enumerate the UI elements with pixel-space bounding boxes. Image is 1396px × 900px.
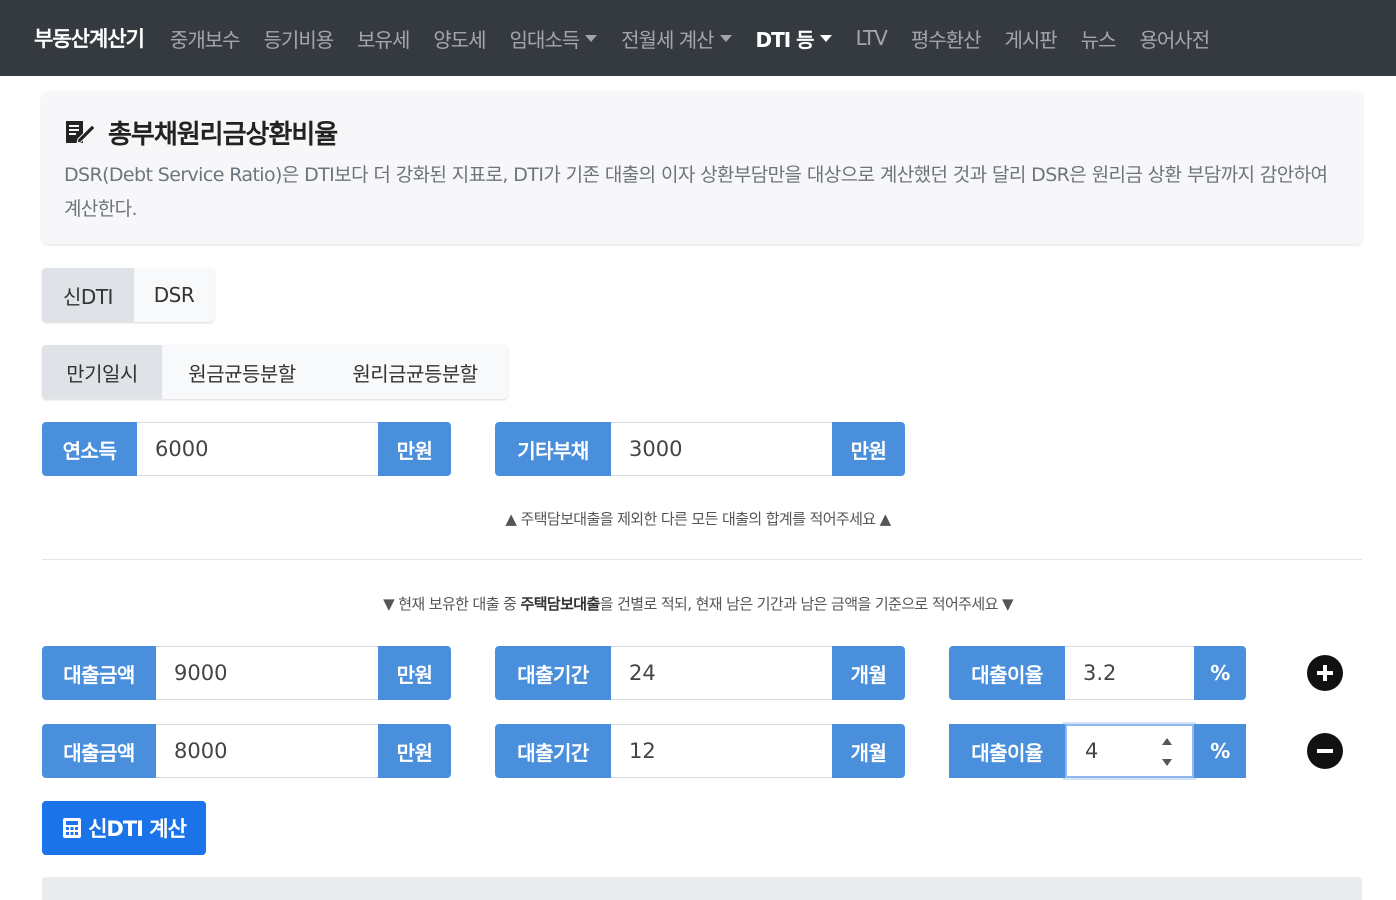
loan-term-unit: 개월	[832, 724, 905, 778]
nav-item-rent-calc[interactable]: 전월세 계산	[609, 24, 743, 53]
income-input-group: 연소득 6000 만원	[42, 422, 451, 476]
loan-amount-label: 대출금액	[42, 724, 156, 778]
nav-item-rental-income[interactable]: 임대소득	[498, 24, 610, 53]
caret-down-icon	[585, 34, 598, 42]
loan-rate-unit: %	[1194, 724, 1246, 778]
loan-term-group: 대출기간 24 개월	[495, 646, 905, 700]
spin-up-icon[interactable]	[1162, 738, 1172, 745]
income-label: 연소득	[42, 422, 137, 476]
repayment-tab-group: 만기일시 원금균등분할 원리금균등분할	[42, 345, 508, 399]
loan-rate-input[interactable]: 4	[1065, 724, 1194, 778]
nav-item-news[interactable]: 뉴스	[1069, 24, 1128, 53]
loan-rate-group: 대출이율 3.2 %	[949, 646, 1246, 700]
mode-tab-group: 신DTI DSR	[42, 268, 214, 322]
brand-link[interactable]: 부동산계산기	[34, 23, 145, 53]
loan-rate-label: 대출이율	[949, 724, 1065, 778]
other-debt-input-group: 기타부채 3000 만원	[495, 422, 905, 476]
nav-item-transfer-tax[interactable]: 양도세	[421, 24, 497, 53]
income-input[interactable]: 6000	[137, 422, 378, 476]
plus-circle-icon	[1317, 665, 1333, 681]
income-unit: 만원	[378, 422, 451, 476]
loan-term-label: 대출기간	[495, 646, 611, 700]
loan-amount-unit: 만원	[378, 646, 451, 700]
page-description: DSR(Debt Service Ratio)은 DTI보다 더 강화된 지표로…	[64, 164, 1328, 220]
result-panel	[42, 877, 1362, 900]
info-jumbotron: 총부채원리금상환비율 DSR(Debt Service Ratio)은 DTI보…	[42, 92, 1362, 244]
nav-item-ltv[interactable]: LTV	[844, 26, 899, 50]
loan-term-label: 대출기간	[495, 724, 611, 778]
caret-down-icon	[819, 34, 832, 42]
remove-loan-button[interactable]	[1307, 733, 1343, 769]
loans-hint: ▼ 현재 보유한 대출 중 주택담보대출을 건별로 적되, 현재 남은 기간과 …	[383, 595, 1013, 613]
loan-amount-input[interactable]: 8000	[156, 724, 378, 778]
nav-item-registration-cost[interactable]: 등기비용	[252, 24, 346, 53]
tab-bullet-repayment[interactable]: 만기일시	[42, 345, 162, 399]
loan-term-group: 대출기간 12 개월	[495, 724, 905, 778]
loan-amount-input[interactable]: 9000	[156, 646, 378, 700]
minus-circle-icon	[1317, 749, 1333, 753]
loan-amount-label: 대출금액	[42, 646, 156, 700]
other-debt-label: 기타부채	[495, 422, 611, 476]
loan-amount-group: 대출금액 8000 만원	[42, 724, 451, 778]
page-title: 총부채원리금상환비율	[64, 114, 1340, 150]
loan-rate-input[interactable]: 3.2	[1065, 646, 1194, 700]
edit-icon	[66, 121, 96, 144]
calculator-icon	[63, 818, 82, 838]
tab-equal-installment[interactable]: 원리금균등분할	[322, 345, 508, 399]
nav-item-board[interactable]: 게시판	[992, 24, 1068, 53]
top-navbar: 부동산계산기 중개보수 등기비용 보유세 양도세 임대소득 전월세 계산 DTI…	[0, 0, 1396, 76]
nav-item-brokerage-fee[interactable]: 중개보수	[158, 24, 252, 53]
loan-rate-label: 대출이율	[949, 646, 1065, 700]
loan-term-input[interactable]: 12	[611, 724, 832, 778]
loan-term-input[interactable]: 24	[611, 646, 832, 700]
nav-item-glossary[interactable]: 용어사전	[1128, 24, 1222, 53]
calculate-button[interactable]: 신DTI 계산	[42, 801, 206, 855]
number-spinner[interactable]	[1160, 738, 1174, 766]
tab-equal-principal[interactable]: 원금균등분할	[162, 345, 322, 399]
nav-item-holding-tax[interactable]: 보유세	[345, 24, 421, 53]
tab-dsr[interactable]: DSR	[134, 268, 214, 322]
loan-amount-unit: 만원	[378, 724, 451, 778]
loan-rate-group: 대출이율 4 %	[949, 724, 1246, 778]
nav-item-dti[interactable]: DTI 등	[744, 24, 844, 53]
add-loan-button[interactable]	[1307, 655, 1343, 691]
tab-new-dti[interactable]: 신DTI	[42, 268, 134, 322]
divider	[42, 559, 1362, 560]
spin-down-icon[interactable]	[1162, 759, 1172, 766]
other-debt-unit: 만원	[832, 422, 905, 476]
other-debt-input[interactable]: 3000	[611, 422, 832, 476]
other-debt-hint: ▲ 주택담보대출을 제외한 다른 모든 대출의 합계를 적어주세요 ▲	[505, 510, 891, 528]
loan-rate-unit: %	[1194, 646, 1246, 700]
loan-term-unit: 개월	[832, 646, 905, 700]
caret-down-icon	[719, 34, 732, 42]
loan-amount-group: 대출금액 9000 만원	[42, 646, 451, 700]
nav-item-area-convert[interactable]: 평수환산	[899, 24, 993, 53]
loan-rate-value: 4	[1085, 739, 1099, 763]
